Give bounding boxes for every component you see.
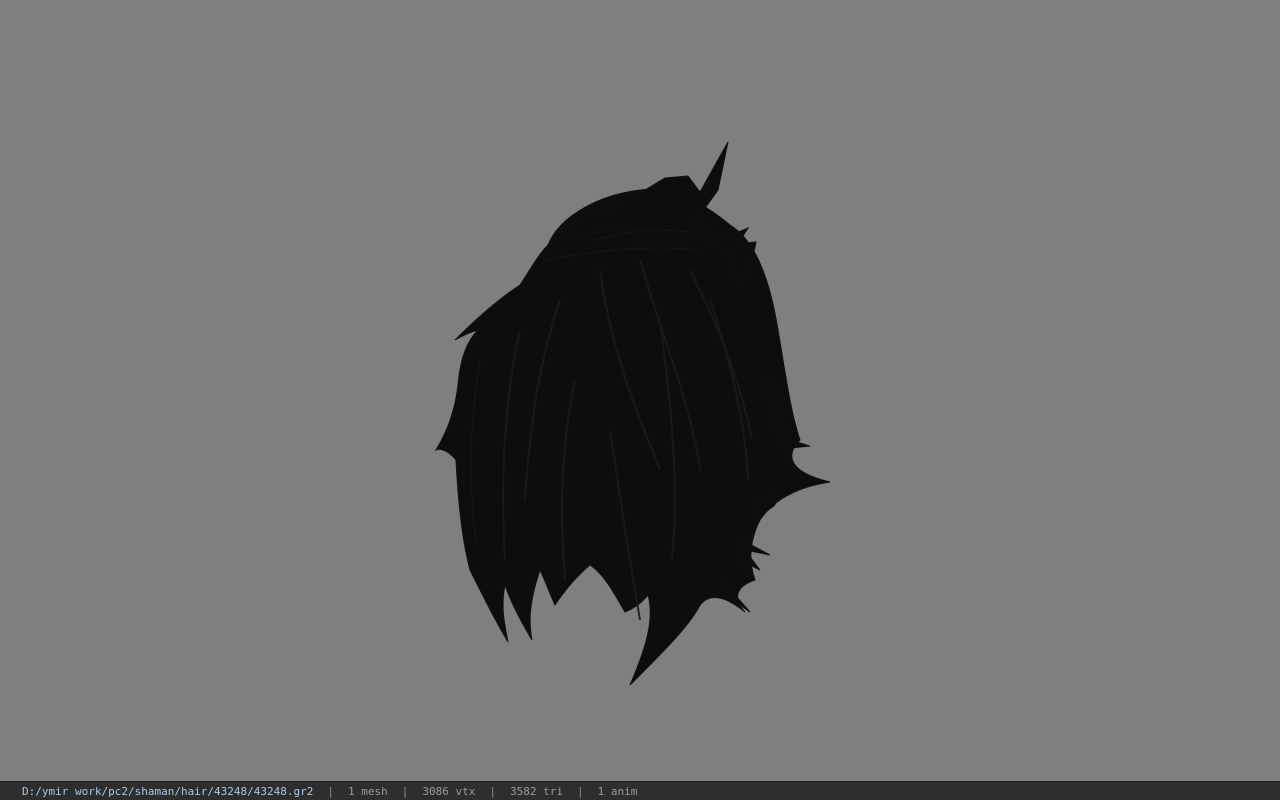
separator: | — [327, 784, 335, 798]
separator: | — [401, 784, 409, 798]
separator: | — [489, 784, 497, 798]
3d-viewport[interactable] — [0, 0, 1280, 781]
file-path: D:/ymir work/pc2/shaman/hair/43248/43248… — [22, 784, 314, 798]
animation-count: 1 anim — [597, 784, 638, 798]
status-bar: D:/ymir work/pc2/shaman/hair/43248/43248… — [0, 781, 1280, 800]
hair-mesh-icon[interactable] — [0, 0, 1280, 781]
vertex-count: 3086 vtx — [422, 784, 476, 798]
separator: | — [577, 784, 584, 798]
triangle-count: 3582 tri — [510, 784, 563, 798]
mesh-count: 1 mesh — [348, 784, 388, 798]
